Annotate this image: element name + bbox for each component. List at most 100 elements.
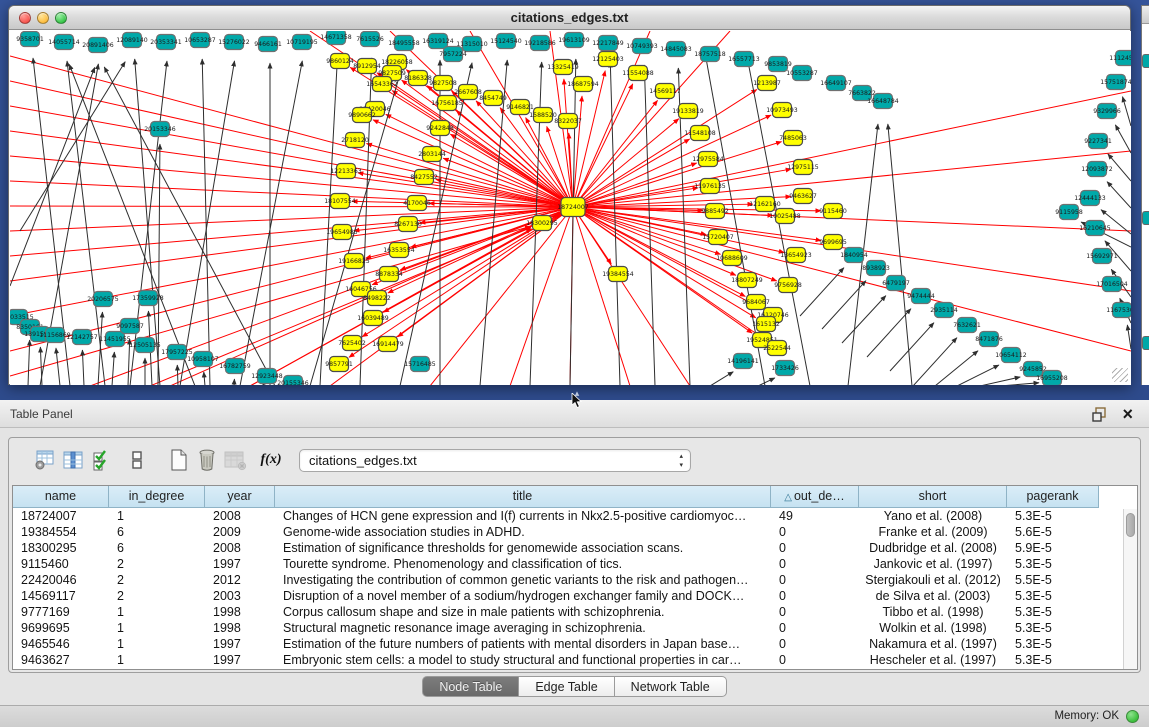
float-panel-icon[interactable]	[1092, 407, 1107, 422]
table-cell[interactable]: Wolkin et al. (1998)	[859, 620, 1007, 636]
table-cell[interactable]: Disruption of a novel member of a sodium…	[275, 588, 771, 604]
table-cell[interactable]: 9115460	[13, 556, 109, 572]
table-cell[interactable]: Stergiakouli et al. (2012)	[859, 572, 1007, 588]
table-cell[interactable]: Franke et al. (2009)	[859, 524, 1007, 540]
table-cell[interactable]: 0	[771, 652, 859, 668]
table-row[interactable]: 1830029562008Estimation of significance …	[13, 540, 1137, 556]
table-row[interactable]: 969969511998Structural magnetic resonanc…	[13, 620, 1137, 636]
table-cell[interactable]: 5.3E-5	[1007, 620, 1099, 636]
table-cell[interactable]: 1	[109, 604, 205, 620]
table-row[interactable]: 1456911722003Disruption of a novel membe…	[13, 588, 1137, 604]
table-cell[interactable]: Changes of HCN gene expression and I(f) …	[275, 508, 771, 524]
table-cell[interactable]: 2	[109, 588, 205, 604]
table-scrollbar-thumb[interactable]	[1126, 513, 1135, 537]
table-cell[interactable]: 0	[771, 524, 859, 540]
table-cell[interactable]: 22420046	[13, 572, 109, 588]
column-header-out_de[interactable]: △out_de…	[771, 486, 859, 508]
column-header-title[interactable]: title	[275, 486, 771, 508]
table-cell[interactable]: 1998	[205, 620, 275, 636]
table-cell[interactable]: 5.3E-5	[1007, 652, 1099, 668]
table-row[interactable]: 977716911998Corpus callosum shape and si…	[13, 604, 1137, 620]
table-cell[interactable]: Nakamura et al. (1997)	[859, 636, 1007, 652]
function-builder-button[interactable]: f(x)	[257, 446, 285, 474]
table-cell[interactable]: Jankovic et al. (1997)	[859, 556, 1007, 572]
table-cell[interactable]: Estimation of the future numbers of pati…	[275, 636, 771, 652]
row-selection-button[interactable]	[87, 446, 115, 474]
table-cell[interactable]: 5.9E-5	[1007, 540, 1099, 556]
table-cell[interactable]: 2009	[205, 524, 275, 540]
table-row[interactable]: 946362711997Embryonic stem cells: a mode…	[13, 652, 1137, 668]
table-cell[interactable]: 0	[771, 636, 859, 652]
table-cell[interactable]: 2008	[205, 540, 275, 556]
table-cell[interactable]: 9465546	[13, 636, 109, 652]
show-columns-button[interactable]	[59, 446, 87, 474]
table-cell[interactable]: 5.5E-5	[1007, 572, 1099, 588]
table-row[interactable]: 2242004622012Investigating the contribut…	[13, 572, 1137, 588]
table-cell[interactable]: 5.3E-5	[1007, 636, 1099, 652]
table-cell[interactable]: Tibbo et al. (1998)	[859, 604, 1007, 620]
table-cell[interactable]: 1997	[205, 556, 275, 572]
window-resize-grip[interactable]	[1112, 368, 1128, 382]
table-cell[interactable]: 18724007	[13, 508, 109, 524]
table-cell[interactable]: 1	[109, 636, 205, 652]
table-mode-button[interactable]	[31, 446, 59, 474]
table-cell[interactable]: 1	[109, 508, 205, 524]
table-scrollbar[interactable]	[1123, 509, 1137, 669]
network-window-titlebar[interactable]: citations_edges.txt	[9, 6, 1130, 30]
table-cell[interactable]: Estimation of significance thresholds fo…	[275, 540, 771, 556]
table-cell[interactable]: Hescheler et al. (1997)	[859, 652, 1007, 668]
table-cell[interactable]: 5.3E-5	[1007, 556, 1099, 572]
table-cell[interactable]: Genome-wide association studies in ADHD.	[275, 524, 771, 540]
table-cell[interactable]: 2	[109, 572, 205, 588]
table-cell[interactable]: 2003	[205, 588, 275, 604]
memory-status-indicator[interactable]	[1126, 710, 1139, 723]
table-cell[interactable]: 5.3E-5	[1007, 588, 1099, 604]
table-cell[interactable]: 1997	[205, 652, 275, 668]
table-cell[interactable]: 2	[109, 556, 205, 572]
tab-edge-table[interactable]: Edge Table	[519, 676, 614, 697]
table-cell[interactable]: de Silva et al. (2003)	[859, 588, 1007, 604]
table-cell[interactable]: 6	[109, 540, 205, 556]
column-header-name[interactable]: name	[13, 486, 109, 508]
table-cell[interactable]: 2008	[205, 508, 275, 524]
table-selector-dropdown[interactable]: citations_edges.txt ▴▾	[299, 449, 691, 472]
table-cell[interactable]: 0	[771, 556, 859, 572]
table-row[interactable]: 946554611997Estimation of the future num…	[13, 636, 1137, 652]
column-header-in_degree[interactable]: in_degree	[109, 486, 205, 508]
column-header-year[interactable]: year	[205, 486, 275, 508]
table-cell[interactable]: 0	[771, 572, 859, 588]
table-cell[interactable]: Tourette syndrome. Phenomenology and cla…	[275, 556, 771, 572]
table-cell[interactable]: 1	[109, 652, 205, 668]
table-cell[interactable]: Corpus callosum shape and size in male p…	[275, 604, 771, 620]
table-cell[interactable]: Dudbridge et al. (2008)	[859, 540, 1007, 556]
delete-column-button[interactable]	[193, 446, 221, 474]
table-cell[interactable]: 14569117	[13, 588, 109, 604]
table-cell[interactable]: Structural magnetic resonance image aver…	[275, 620, 771, 636]
table-cell[interactable]: 5.3E-5	[1007, 508, 1099, 524]
table-cell[interactable]: 1997	[205, 636, 275, 652]
table-cell[interactable]: 49	[771, 508, 859, 524]
table-cell[interactable]: 5.6E-5	[1007, 524, 1099, 540]
table-cell[interactable]: Yano et al. (2008)	[859, 508, 1007, 524]
table-cell[interactable]: 0	[771, 540, 859, 556]
table-cell[interactable]: 18300295	[13, 540, 109, 556]
new-column-button[interactable]	[165, 446, 193, 474]
tab-node-table[interactable]: Node Table	[422, 676, 519, 697]
table-row[interactable]: 1938455462009Genome-wide association stu…	[13, 524, 1137, 540]
table-cell[interactable]: 6	[109, 524, 205, 540]
table-cell[interactable]: 9699695	[13, 620, 109, 636]
table-row[interactable]: 1872400712008Changes of HCN gene express…	[13, 508, 1137, 524]
table-cell[interactable]: 0	[771, 588, 859, 604]
close-panel-icon[interactable]: ×	[1122, 402, 1133, 426]
tab-network-table[interactable]: Network Table	[615, 676, 727, 697]
table-cell[interactable]: 2012	[205, 572, 275, 588]
table-cell[interactable]: 1998	[205, 604, 275, 620]
table-cell[interactable]: Investigating the contribution of common…	[275, 572, 771, 588]
table-cell[interactable]: 1	[109, 620, 205, 636]
table-cell[interactable]: Embryonic stem cells: a model to study s…	[275, 652, 771, 668]
table-cell[interactable]: 19384554	[13, 524, 109, 540]
table-cell[interactable]: 0	[771, 604, 859, 620]
clear-selection-button[interactable]	[123, 446, 151, 474]
table-cell[interactable]: 9463627	[13, 652, 109, 668]
table-row[interactable]: 911546021997Tourette syndrome. Phenomeno…	[13, 556, 1137, 572]
